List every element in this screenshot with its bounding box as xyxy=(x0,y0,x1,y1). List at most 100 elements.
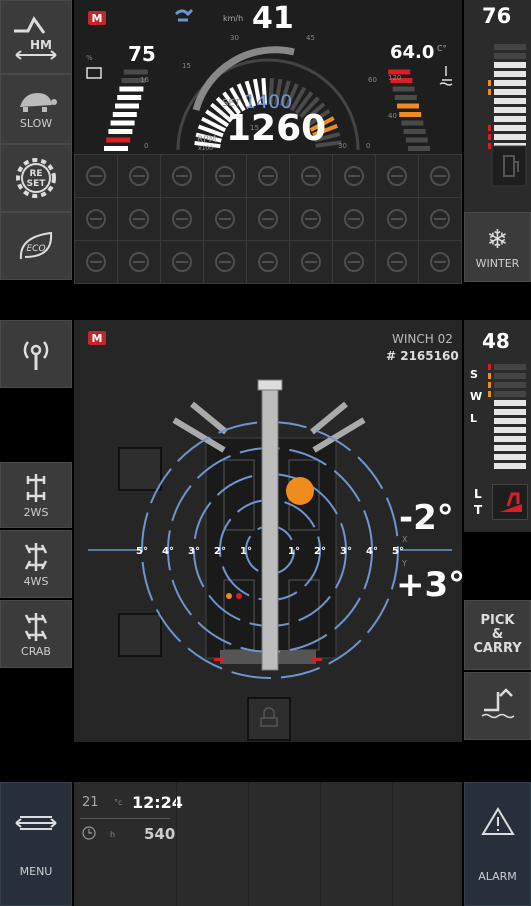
pressure-warning-icon xyxy=(203,197,247,241)
ring-label: 5° xyxy=(136,546,148,557)
load-row-label: L xyxy=(470,412,477,425)
gear-reset-icon: RE SET xyxy=(16,158,56,198)
steer-2ws-icon xyxy=(26,473,46,502)
temp-segment xyxy=(397,103,419,109)
clock-icon xyxy=(82,826,96,840)
battery-warning-icon xyxy=(375,197,419,241)
fuel-segment xyxy=(112,112,137,117)
filter-warning-icon xyxy=(332,197,376,241)
status-panel: 21 °c 12:24 h 540 xyxy=(74,782,462,906)
tilt-warning[interactable] xyxy=(492,484,528,520)
turn-right-warning-icon xyxy=(289,154,333,198)
ring-label: 2° xyxy=(214,546,226,557)
steer-4ws-label: 4WS xyxy=(23,574,49,588)
svg-text:%: % xyxy=(86,54,93,62)
ring-label: 1° xyxy=(288,546,300,557)
ring-label: 4° xyxy=(366,546,378,557)
temp-unit: C° xyxy=(437,44,447,53)
pick-carry-button[interactable]: PICK & CARRY xyxy=(464,600,531,670)
oil-pressure-warning-icon xyxy=(74,154,118,198)
slow-button[interactable]: SLOW xyxy=(0,74,72,144)
svg-text:40: 40 xyxy=(388,112,397,120)
ring-label: 5° xyxy=(392,546,404,557)
hm-icon: HM xyxy=(14,16,57,60)
fuel-segment xyxy=(123,69,148,75)
svg-text:60: 60 xyxy=(368,76,377,84)
steer-2ws-button[interactable]: 2WS xyxy=(0,462,72,528)
hydraulic-warning-icon xyxy=(117,240,161,284)
low-beam-warning-icon xyxy=(117,154,161,198)
steer-4ws-button[interactable]: 4WS xyxy=(0,530,72,598)
outrigger-pad-front-left[interactable] xyxy=(118,447,162,491)
winter-button[interactable]: ❄ WINTER xyxy=(464,212,531,282)
stop-warning-icon xyxy=(375,240,419,284)
load-segment xyxy=(494,463,526,469)
svg-text:15: 15 xyxy=(182,62,191,70)
ambient-temp: 21 xyxy=(82,795,99,810)
fuel-segment xyxy=(117,95,142,100)
fuel-segment xyxy=(108,129,133,134)
status-slot-2 xyxy=(248,782,320,906)
ring-label: 2° xyxy=(314,546,326,557)
x-angle-value: -2° xyxy=(399,498,454,538)
warning-grid xyxy=(74,154,462,284)
svg-text:SET: SET xyxy=(27,179,47,189)
steer-crab-button[interactable]: CRAB xyxy=(0,600,72,668)
svg-text:HM: HM xyxy=(30,38,52,52)
outrigger-pad-rear-left[interactable] xyxy=(118,613,162,657)
menu-button[interactable]: MENU xyxy=(0,782,72,906)
eco-leaf-icon: ECO xyxy=(19,231,53,260)
coolant-temp-warning-icon xyxy=(418,154,462,198)
snowflake-icon: ❄ xyxy=(486,224,509,255)
level-segment xyxy=(494,53,526,59)
water-level-button[interactable] xyxy=(464,672,531,740)
boom xyxy=(261,379,279,671)
load-row-label: S xyxy=(470,368,478,381)
fog-light-warning-icon xyxy=(332,154,376,198)
load-segment xyxy=(494,454,526,460)
antenna-icon xyxy=(23,341,49,370)
steer-2ws-label: 2WS xyxy=(23,505,49,519)
eco-button[interactable]: ECO xyxy=(0,212,72,280)
menu-label: MENU xyxy=(19,864,53,878)
slow-label: SLOW xyxy=(19,116,53,130)
y-angle-value: +3° xyxy=(396,565,466,605)
steer-crab-label: CRAB xyxy=(21,644,51,658)
coolant-icon xyxy=(439,66,453,86)
hazard-warning-icon xyxy=(246,154,290,198)
svg-text:M: M xyxy=(92,12,103,25)
svg-text:0: 0 xyxy=(144,142,148,150)
alarm-label: ALARM xyxy=(478,869,517,883)
load-segment xyxy=(494,427,526,433)
ring-label: 3° xyxy=(188,546,200,557)
svg-text:30: 30 xyxy=(230,34,239,42)
alternator-warning-icon xyxy=(375,154,419,198)
ambient-temp-unit: °c xyxy=(114,798,123,807)
alarm-button[interactable]: ALARM xyxy=(464,782,531,906)
lock-pad[interactable] xyxy=(247,697,291,741)
fuel-segment xyxy=(104,146,128,151)
cabin-warning-icon xyxy=(160,240,204,284)
rpm-label: RPM xyxy=(197,135,217,145)
hm-button[interactable]: HM xyxy=(0,0,72,74)
tilt-warning-icon xyxy=(418,240,462,284)
winch-title: WINCH 02 xyxy=(392,332,453,346)
reset-button[interactable]: RE SET xyxy=(0,144,72,212)
load-panel: 48 SWL L T xyxy=(464,320,531,532)
fuel-segment xyxy=(110,120,135,126)
svg-text:30: 30 xyxy=(338,142,347,150)
menu-icon xyxy=(15,815,57,830)
crane-view-panel: M 5° 4° 3° 2° 1° 1° 2° 3° 4° 5° X Y WINCH 02 # 21… xyxy=(74,320,466,742)
svg-text:45: 45 xyxy=(306,34,315,42)
load-row-label: W xyxy=(470,390,482,403)
lt-label: L T xyxy=(474,487,483,517)
rpm-value: 1260 xyxy=(226,108,327,149)
status-slot-4 xyxy=(392,782,462,906)
load-segment xyxy=(494,418,526,424)
winter-label: WINTER xyxy=(475,256,520,270)
turbo-warning-icon xyxy=(289,197,333,241)
load-segment xyxy=(494,382,526,388)
load-segment xyxy=(494,409,526,415)
svg-text:0: 0 xyxy=(366,142,370,150)
antenna-button[interactable] xyxy=(0,320,72,388)
